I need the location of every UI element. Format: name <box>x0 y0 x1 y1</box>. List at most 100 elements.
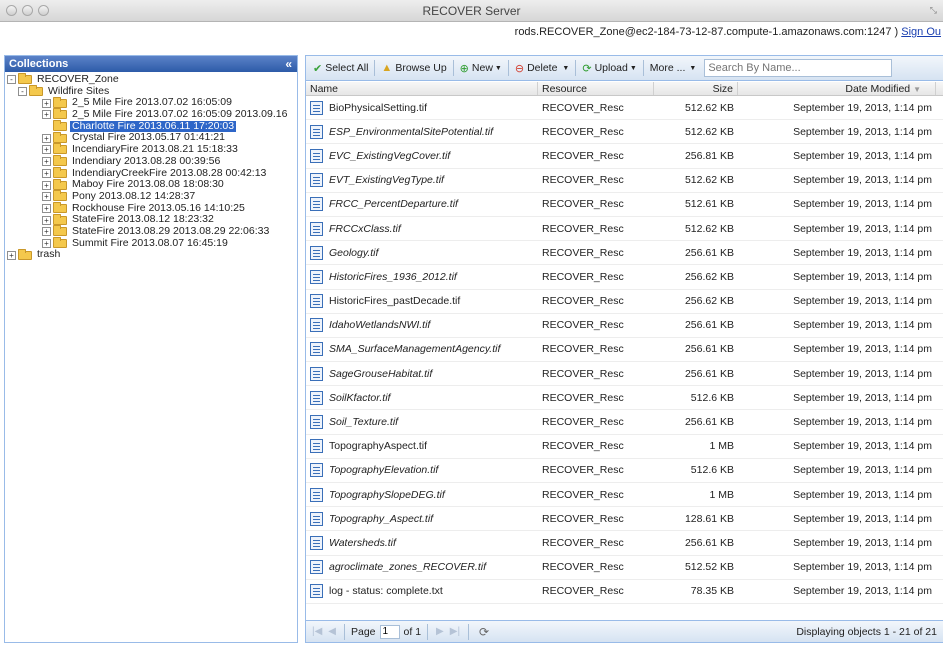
sign-out-link[interactable]: Sign Ou <box>901 26 941 38</box>
more-menu-button[interactable]: More ... ▼ <box>646 59 701 77</box>
table-row[interactable]: SMA_SurfaceManagementAgency.tif RECOVER_R… <box>306 338 943 363</box>
column-header-date-modified[interactable]: Date Modified ▼ <box>738 82 936 95</box>
file-name-cell[interactable]: HistoricFires_pastDecade.tif <box>306 294 538 309</box>
table-row[interactable]: TopographyAspect.tif RECOVER_Resc 1 MB Sept… <box>306 435 943 459</box>
table-row[interactable]: EVC_ExistingVegCover.tif RECOVER_Resc 256.… <box>306 144 943 169</box>
table-row[interactable]: FRCCxClass.tif RECOVER_Resc 512.62 KB Septe… <box>306 217 943 242</box>
resize-icon[interactable]: ⤡ <box>930 5 937 16</box>
collapse-node-icon[interactable]: - <box>18 87 27 97</box>
file-name-cell[interactable]: SoilKfactor.tif <box>306 390 538 405</box>
file-name-cell[interactable]: Geology.tif <box>306 245 538 260</box>
browse-up-button[interactable]: ▲ Browse Up <box>377 59 450 77</box>
file-name: FRCC_PercentDeparture.tif <box>329 198 458 211</box>
file-name-cell[interactable]: ESP_EnvironmentalSitePotential.tif <box>306 124 538 139</box>
expand-node-icon[interactable]: + <box>42 98 51 108</box>
file-name-cell[interactable]: TopographyElevation.tif <box>306 463 538 478</box>
file-name-cell[interactable]: log - status: complete.txt <box>306 584 538 599</box>
table-row[interactable]: SageGrouseHabitat.tif RECOVER_Resc 256.61 … <box>306 362 943 387</box>
first-page-icon[interactable]: |◀ <box>312 626 322 637</box>
column-header-size[interactable]: Size <box>654 82 738 95</box>
delete-menu-button[interactable]: ⊖ Delete ▼ <box>511 59 574 77</box>
tree-node[interactable]: + StateFire 2013.08.29 2013.08.29 22:06:3… <box>5 225 297 238</box>
table-row[interactable]: HistoricFires_pastDecade.tif RECOVER_Resc… <box>306 290 943 314</box>
file-name-cell[interactable]: SageGrouseHabitat.tif <box>306 366 538 381</box>
tree-node[interactable]: - RECOVER_Zone <box>5 73 297 86</box>
table-row[interactable]: EVT_ExistingVegType.tif RECOVER_Resc 512.6… <box>306 169 943 193</box>
file-name-cell[interactable]: EVT_ExistingVegType.tif <box>306 173 538 188</box>
date-modified-cell: September 19, 2013, 1:14 pm <box>793 367 932 380</box>
next-page-icon[interactable]: ▶ <box>436 626 444 637</box>
resource-cell: RECOVER_Resc <box>542 198 624 211</box>
previous-page-icon[interactable]: ◀ <box>328 626 336 637</box>
expand-node-icon[interactable]: + <box>42 192 51 202</box>
table-row[interactable]: Geology.tif RECOVER_Resc 256.61 KB Septembe… <box>306 241 943 266</box>
tree-node[interactable]: + Indendiary 2013.08.28 00:39:56 <box>5 155 297 168</box>
file-name: FRCCxClass.tif <box>329 222 401 235</box>
collapse-node-icon[interactable]: - <box>7 75 16 85</box>
size-cell: 512.61 KB <box>684 198 734 211</box>
tree-node[interactable]: + Pony 2013.08.12 14:28:37 <box>5 190 297 203</box>
upload-menu-button[interactable]: ⟳ Upload ▼ <box>578 59 640 77</box>
expand-node-icon[interactable]: + <box>42 133 51 143</box>
table-row[interactable]: log - status: complete.txt RECOVER_Resc 78… <box>306 580 943 604</box>
file-icon <box>310 173 323 188</box>
select-all-button[interactable]: ✔ Select All <box>309 59 372 77</box>
file-name-cell[interactable]: TopographyAspect.tif <box>306 439 538 454</box>
table-row[interactable]: TopographyElevation.tif RECOVER_Resc 512.6… <box>306 459 943 483</box>
collapse-panel-icon[interactable]: « <box>285 57 292 71</box>
new-menu-button[interactable]: ⊕ New ▼ <box>456 59 506 77</box>
page-number-input[interactable] <box>379 624 400 639</box>
file-name-cell[interactable]: FRCC_PercentDeparture.tif <box>306 197 538 212</box>
expand-node-icon[interactable]: + <box>7 250 16 260</box>
table-row[interactable]: Topography_Aspect.tif RECOVER_Resc 128.61 … <box>306 507 943 532</box>
table-row[interactable]: IdahoWetlandsNWI.tif RECOVER_Resc 256.61 K… <box>306 314 943 338</box>
folder-icon <box>53 178 67 190</box>
file-name-cell[interactable]: agroclimate_zones_RECOVER.tif <box>306 560 538 575</box>
file-name-cell[interactable]: IdahoWetlandsNWI.tif <box>306 318 538 333</box>
column-header-resource[interactable]: Resource <box>538 82 654 95</box>
tree-node[interactable]: +2_5 Mile Fire 2013.07.02 16:05:09 2013.… <box>5 108 297 121</box>
refresh-icon[interactable]: ⟳ <box>479 625 489 639</box>
file-name: Topography_Aspect.tif <box>329 512 434 525</box>
file-name-cell[interactable]: TopographySlopeDEG.tif <box>306 487 538 502</box>
file-icon <box>310 463 323 478</box>
file-name-cell[interactable]: EVC_ExistingVegCover.tif <box>306 148 538 163</box>
file-name-cell[interactable]: Topography_Aspect.tif <box>306 511 538 526</box>
expand-node-icon[interactable]: + <box>42 203 51 213</box>
table-row[interactable]: Watersheds.tif RECOVER_Resc 256.61 KB Septe… <box>306 531 943 556</box>
expand-node-icon[interactable]: + <box>42 110 51 120</box>
file-name: SMA_SurfaceManagementAgency.tif <box>329 343 501 356</box>
expand-node-icon[interactable]: + <box>42 180 51 190</box>
file-name-cell[interactable]: HistoricFires_1936_2012.tif <box>306 269 538 284</box>
table-row[interactable]: SoilKfactor.tif RECOVER_Resc 512.6 KB Septe… <box>306 386 943 411</box>
table-row[interactable]: agroclimate_zones_RECOVER.tif RECOVER_Res… <box>306 556 943 580</box>
table-row[interactable]: FRCC_PercentDeparture.tif RECOVER_Resc 512… <box>306 193 943 217</box>
expand-node-icon[interactable]: + <box>42 157 51 167</box>
folder-icon <box>18 73 32 85</box>
table-row[interactable]: BioPhysicalSetting.tif RECOVER_Resc 512.62… <box>306 96 943 121</box>
file-name-cell[interactable]: BioPhysicalSetting.tif <box>306 100 538 115</box>
table-row[interactable]: TopographySlopeDEG.tif RECOVER_Resc 1 MB Se… <box>306 483 943 508</box>
expand-node-icon[interactable]: + <box>42 215 51 225</box>
tree-node[interactable]: + trash <box>5 249 297 261</box>
search-input[interactable] <box>704 59 893 77</box>
file-icon <box>310 390 323 405</box>
column-header-name[interactable]: Name <box>306 82 538 95</box>
table-row[interactable]: HistoricFires_1936_2012.tif RECOVER_Resc 2… <box>306 265 943 290</box>
expand-node-icon[interactable]: + <box>42 168 51 178</box>
size-cell: 512.6 KB <box>690 391 734 404</box>
file-icon <box>310 439 323 454</box>
table-row[interactable]: ESP_EnvironmentalSitePotential.tif RECOVE… <box>306 120 943 145</box>
last-page-icon[interactable]: ▶| <box>450 626 460 637</box>
user-bar: rods.RECOVER_Zone@ec2-184-73-12-87.compu… <box>0 22 943 40</box>
file-name-cell[interactable]: SMA_SurfaceManagementAgency.tif <box>306 342 538 357</box>
expand-node-icon[interactable]: + <box>42 238 51 248</box>
expand-node-icon[interactable]: + <box>42 145 51 155</box>
table-row[interactable]: Soil_Texture.tif RECOVER_Resc 256.61 KB Sep… <box>306 410 943 435</box>
file-name-cell[interactable]: Watersheds.tif <box>306 535 538 550</box>
displaying-status: Displaying objects 1 - 21 of 21 <box>796 626 937 638</box>
add-icon: ⊕ <box>459 62 469 75</box>
file-name-cell[interactable]: Soil_Texture.tif <box>306 415 538 430</box>
expand-node-icon[interactable]: + <box>42 227 51 237</box>
file-name-cell[interactable]: FRCCxClass.tif <box>306 221 538 236</box>
